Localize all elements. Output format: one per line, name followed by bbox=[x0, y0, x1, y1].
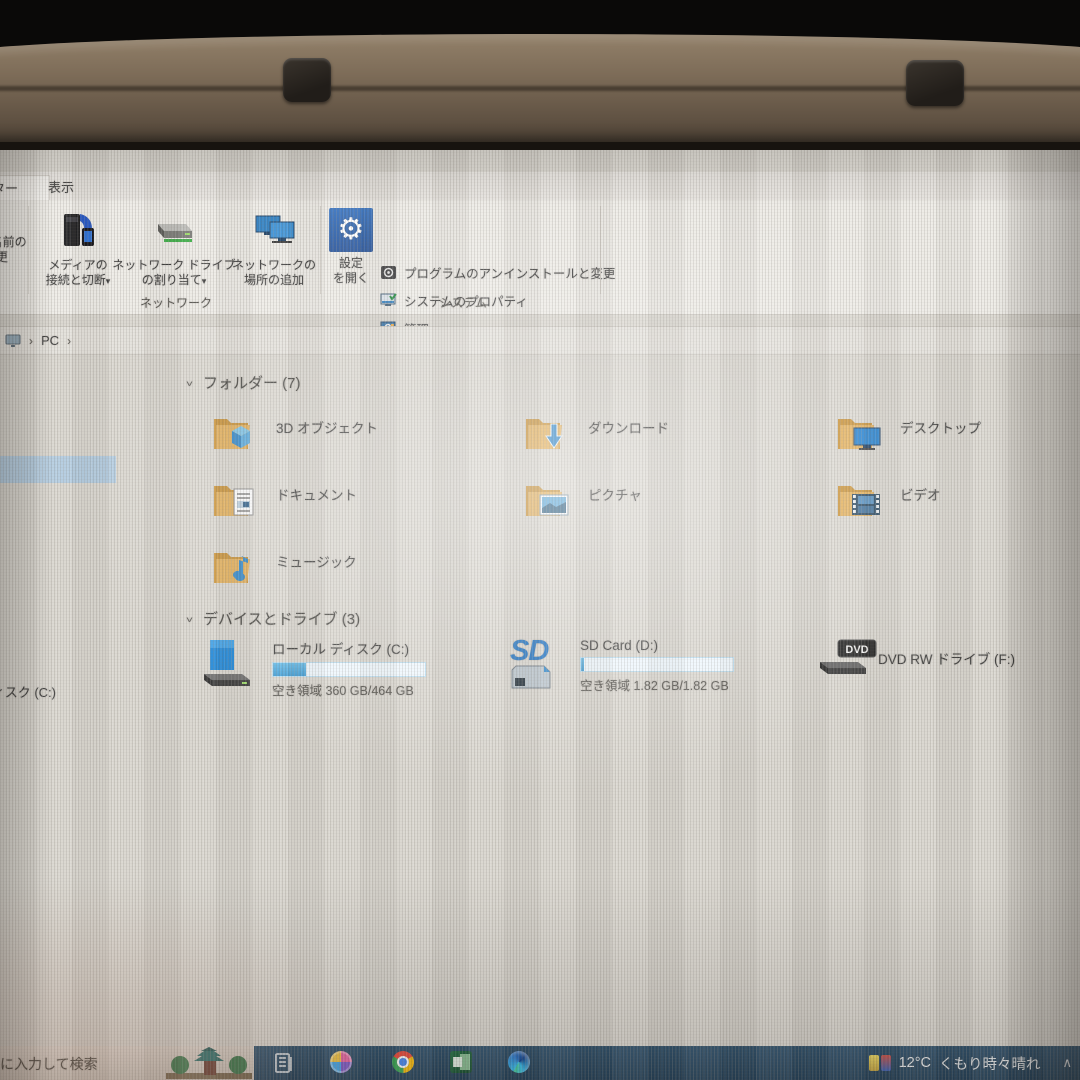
nav-selected-highlight[interactable] bbox=[0, 456, 116, 483]
devices-header-label: デバイスとドライブ (3) bbox=[203, 611, 360, 628]
breadcrumb-chevron: › bbox=[67, 334, 71, 348]
ribbon-tab-row: コンピューター 表示 bbox=[0, 172, 1080, 201]
bezel-rubber-pad bbox=[283, 58, 331, 102]
sd-card-icon: SD bbox=[510, 638, 566, 696]
ribbon-button-label: の割り当て bbox=[142, 273, 202, 287]
ribbon-button[interactable]: ネットワーク ドライブの割り当て▾ bbox=[110, 206, 238, 288]
document-folder-icon bbox=[212, 479, 260, 519]
drive-name: ローカル ディスク (C:) bbox=[272, 638, 426, 658]
ribbon: 名前の 変更 メディアの接続と切断▾ネットワーク ドライブの割り当て▾ネットワー… bbox=[0, 200, 1080, 315]
rename-label-line2: 変更 bbox=[0, 250, 8, 264]
music-folder-icon bbox=[212, 546, 260, 586]
ribbon-button-label: ネットワーク ドライブ bbox=[112, 258, 235, 272]
ribbon-button[interactable]: ネットワークの場所の追加 bbox=[224, 206, 324, 288]
folder-label: デスクトップ bbox=[900, 417, 981, 437]
video-folder-icon bbox=[836, 479, 884, 519]
taskbar-search-box[interactable]: ここに入力して検索 bbox=[0, 1046, 254, 1080]
3d-object-folder-icon bbox=[212, 412, 260, 452]
chevron-down-icon: ˅ bbox=[186, 378, 193, 389]
laptop-screen: コンピューター 表示 名前の 変更 メディアの接続と切断▾ネットワーク ドライブ… bbox=[0, 150, 1080, 1080]
ribbon-button-label: 接続と切断 bbox=[46, 273, 106, 287]
search-placeholder: ここに入力して検索 bbox=[0, 1054, 98, 1074]
drive-tile-hdd[interactable]: ローカル ディスク (C:) 空き領域 360 GB/464 GB bbox=[202, 638, 502, 698]
chevron-down-icon: ˅ bbox=[186, 614, 193, 625]
search-highlight-temple-icon[interactable] bbox=[166, 1047, 252, 1080]
system-group-label: システム bbox=[330, 294, 596, 311]
tray-expand-chevron[interactable]: ∧ bbox=[1062, 1055, 1072, 1071]
rename-label-line1: 名前の bbox=[0, 235, 27, 249]
breadcrumb-chevron: › bbox=[29, 334, 33, 348]
free-space-label: 空き領域 1.82 GB/1.82 GB bbox=[580, 675, 734, 694]
settings-label-line1: 設定 bbox=[339, 256, 363, 270]
capacity-bar bbox=[272, 662, 426, 677]
drive-name: SD Card (D:) bbox=[580, 638, 734, 653]
folder-label: 3D オブジェクト bbox=[276, 417, 378, 437]
sd-logo: SD bbox=[510, 638, 566, 664]
network-location-icon bbox=[224, 208, 324, 256]
svg-text:DVD: DVD bbox=[845, 644, 868, 656]
dropdown-arrow-icon: ▾ bbox=[202, 276, 207, 286]
folder-tile-video[interactable]: ビデオ bbox=[836, 479, 1080, 531]
download-folder-icon bbox=[524, 412, 572, 452]
group-separator bbox=[28, 206, 29, 294]
folder-label: ピクチャ bbox=[588, 484, 642, 504]
devices-section-header[interactable]: ˅ デバイスとドライブ (3) bbox=[186, 608, 360, 629]
group-separator bbox=[600, 206, 601, 294]
weather-icon bbox=[869, 1055, 891, 1071]
system-tray: 12°C くもり時々晴れ ∧ bbox=[869, 1046, 1072, 1080]
ribbon-button-label: ネットワークの bbox=[232, 258, 316, 272]
open-settings-button[interactable]: ⚙ 設定 を開く bbox=[316, 206, 386, 285]
edge-icon[interactable] bbox=[508, 1051, 532, 1075]
weather-condition[interactable]: くもり時々晴れ bbox=[939, 1053, 1041, 1074]
free-space-label: 空き領域 360 GB/464 GB bbox=[272, 680, 426, 699]
folder-label: ドキュメント bbox=[276, 484, 357, 504]
folder-tile-document[interactable]: ドキュメント bbox=[212, 479, 512, 531]
address-bar[interactable]: › PC › bbox=[0, 326, 1080, 355]
gear-icon: ⚙ bbox=[329, 208, 373, 252]
folder-label: ダウンロード bbox=[588, 417, 669, 437]
settings-label-line2: を開く bbox=[333, 271, 369, 285]
capacity-bar bbox=[580, 657, 734, 672]
breadcrumb-pc[interactable]: PC bbox=[41, 333, 59, 348]
ribbon-list-item-label: プログラムのアンインストールと変更 bbox=[404, 263, 615, 282]
folder-tile-music[interactable]: ミュージック bbox=[212, 546, 512, 598]
drive-tile-sd-card[interactable]: SD SD Card (D:) 空き領域 1.82 GB/1.82 GB bbox=[510, 638, 810, 698]
uninstall-icon bbox=[380, 265, 398, 280]
hdd-icon bbox=[202, 638, 258, 696]
folders-section-header[interactable]: ˅ フォルダー (7) bbox=[186, 372, 301, 393]
folder-tile-desktop[interactable]: デスクトップ bbox=[836, 412, 1080, 464]
bezel-rubber-pad bbox=[906, 60, 964, 106]
drive-name: DVD RW ドライブ (F:) bbox=[878, 648, 1015, 668]
desktop-folder-icon bbox=[836, 412, 884, 452]
network-drive-icon bbox=[110, 208, 238, 256]
dvd-icon: DVD bbox=[818, 638, 874, 696]
photos-icon[interactable] bbox=[330, 1051, 354, 1075]
nav-item-local-disk[interactable]: ローカル ディスク (C:) bbox=[0, 682, 56, 701]
folder-label: ビデオ bbox=[900, 484, 941, 504]
pc-icon bbox=[5, 334, 21, 348]
folder-tile-download[interactable]: ダウンロード bbox=[524, 412, 824, 464]
tab-view[interactable]: 表示 bbox=[36, 175, 86, 200]
excel-icon[interactable] bbox=[450, 1051, 474, 1075]
folder-tile-3d-object[interactable]: 3D オブジェクト bbox=[212, 412, 512, 464]
chrome-icon[interactable] bbox=[392, 1051, 416, 1075]
weather-temp[interactable]: 12°C bbox=[899, 1055, 931, 1071]
folder-label: ミュージック bbox=[276, 551, 357, 571]
ribbon-button-label: メディアの bbox=[48, 258, 107, 272]
ribbon-button-label: 場所の追加 bbox=[244, 273, 304, 287]
ribbon-list-item[interactable]: プログラムのアンインストールと変更 bbox=[380, 258, 615, 286]
drive-tile-dvd[interactable]: DVD DVD RW ドライブ (F:) bbox=[818, 638, 1080, 698]
laptop-photo: コンピューター 表示 名前の 変更 メディアの接続と切断▾ネットワーク ドライブ… bbox=[0, 0, 1080, 1080]
folder-tile-picture[interactable]: ピクチャ bbox=[524, 479, 824, 531]
taskbar: ここに入力して検索 12°C く bbox=[0, 1046, 1080, 1080]
folders-header-label: フォルダー (7) bbox=[203, 375, 301, 392]
task-view-icon[interactable] bbox=[272, 1051, 296, 1075]
picture-folder-icon bbox=[524, 479, 572, 519]
network-group-label: ネットワーク bbox=[36, 294, 316, 311]
